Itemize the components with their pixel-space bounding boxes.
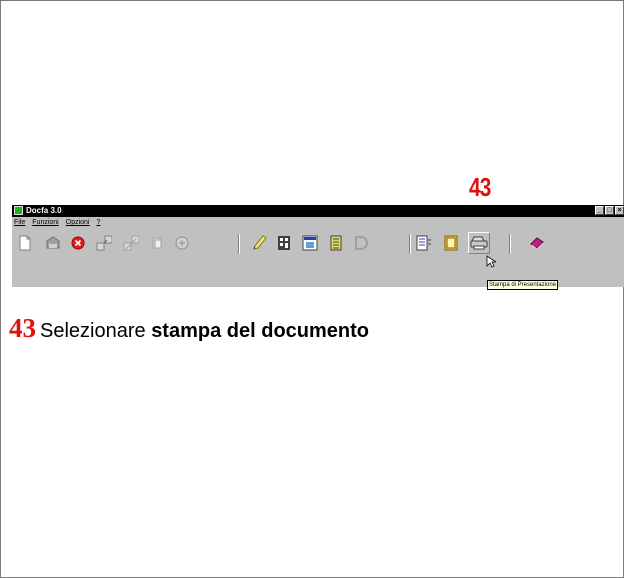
maximize-button[interactable]: □: [605, 206, 614, 215]
menu-funzioni[interactable]: Funzioni: [32, 217, 58, 228]
tooltip: Stampa di Presentazione: [487, 280, 559, 290]
form-icon[interactable]: [302, 235, 318, 251]
open-folder-icon[interactable]: [45, 235, 61, 251]
toolbar: [12, 229, 624, 259]
report-icon[interactable]: [416, 235, 432, 251]
document-icon[interactable]: [443, 235, 459, 251]
menu-bar: File Funzioni Opzioni ?: [12, 217, 624, 228]
instruction-bold: stampa del documento: [151, 320, 369, 342]
window-title: Docfa 3.0: [26, 206, 62, 215]
window-controls: _ □ ×: [595, 206, 624, 215]
disabled-icon[interactable]: [353, 235, 369, 251]
calculator-icon[interactable]: [276, 235, 292, 251]
mouse-cursor-icon: [486, 255, 496, 268]
toolbar-separator: [409, 234, 411, 254]
app-icon: [14, 206, 23, 215]
app-window: Docfa 3.0 _ □ × File Funzioni Opzioni ?: [12, 205, 624, 290]
instruction-text: 43 Selezionare stampa del documento: [9, 313, 369, 344]
list-icon[interactable]: [328, 235, 344, 251]
menu-file[interactable]: File: [14, 217, 25, 228]
instruction-number: 43: [9, 313, 36, 343]
instruction-label: Selezionare: [40, 320, 152, 342]
copy-icon[interactable]: [149, 235, 165, 251]
minimize-button[interactable]: _: [595, 206, 604, 215]
delete-icon[interactable]: [70, 235, 86, 251]
book-icon[interactable]: [529, 235, 545, 251]
title-bar: Docfa 3.0 _ □ ×: [12, 205, 624, 217]
toolbar-separator: [238, 234, 240, 254]
transfer-disabled-icon[interactable]: [123, 235, 139, 251]
menu-opzioni[interactable]: Opzioni: [66, 217, 90, 228]
toolbar-separator: [509, 234, 511, 254]
close-button[interactable]: ×: [615, 206, 624, 215]
transfer-icon[interactable]: [96, 235, 112, 251]
step-marker: 43: [469, 172, 491, 202]
menu-help[interactable]: ?: [96, 217, 100, 228]
printer-icon[interactable]: [468, 232, 490, 254]
new-document-icon[interactable]: [17, 235, 33, 251]
tools-icon[interactable]: [174, 235, 190, 251]
check-icon[interactable]: [252, 235, 268, 251]
